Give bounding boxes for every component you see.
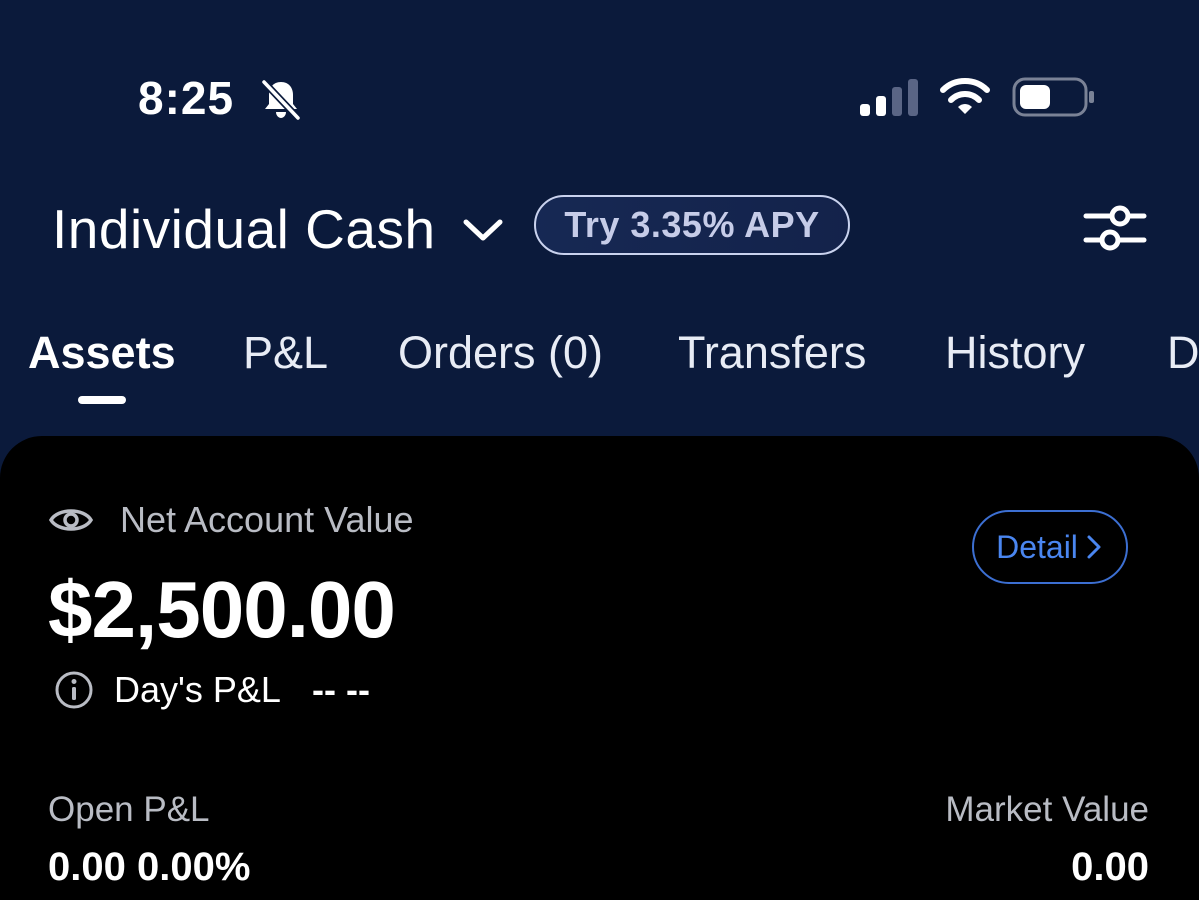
tab-orders[interactable]: Orders (0) (398, 322, 603, 384)
tab-d[interactable]: D (1167, 322, 1199, 384)
info-icon[interactable] (54, 670, 94, 710)
status-time: 8:25 (138, 72, 235, 124)
open-pl-label: Open P&L (48, 790, 210, 829)
account-screen: 8:25 Individual Cash Try 3.35% APY Asset… (0, 0, 1199, 900)
apy-promo-button[interactable]: Try 3.35% APY (534, 195, 850, 255)
account-selector[interactable]: Individual Cash (52, 196, 436, 262)
market-value-label: Market Value (945, 790, 1149, 829)
bell-slash-icon (261, 79, 301, 121)
account-summary-card: Net Account Value $2,500.00 Detail Day's… (0, 436, 1199, 900)
tab-assets[interactable]: Assets (28, 322, 176, 384)
open-pl-value: 0.00 0.00% (48, 845, 251, 889)
apy-promo-label: Try 3.35% APY (564, 204, 820, 245)
tab-history[interactable]: History (945, 322, 1085, 384)
net-account-value-label: Net Account Value (120, 499, 414, 540)
active-tab-indicator (78, 396, 126, 404)
filter-sliders-icon[interactable] (1080, 200, 1150, 256)
tab-pl[interactable]: P&L (243, 322, 328, 384)
tab-bar: Assets P&L Orders (0) Transfers History … (0, 322, 1199, 412)
chevron-right-icon (1087, 535, 1101, 559)
tab-transfers[interactable]: Transfers (678, 322, 866, 384)
battery-icon (1012, 77, 1094, 117)
wifi-icon (940, 78, 990, 114)
signal-icon (860, 79, 918, 116)
chevron-down-icon[interactable] (458, 208, 508, 252)
detail-label: Detail (996, 528, 1078, 565)
eye-icon[interactable] (48, 502, 94, 538)
detail-button[interactable]: Detail (972, 510, 1128, 584)
net-account-value: $2,500.00 (48, 565, 396, 654)
days-pl-value: -- -- (312, 669, 370, 710)
days-pl-label: Day's P&L (114, 669, 281, 710)
market-value: 0.00 (1071, 845, 1149, 889)
